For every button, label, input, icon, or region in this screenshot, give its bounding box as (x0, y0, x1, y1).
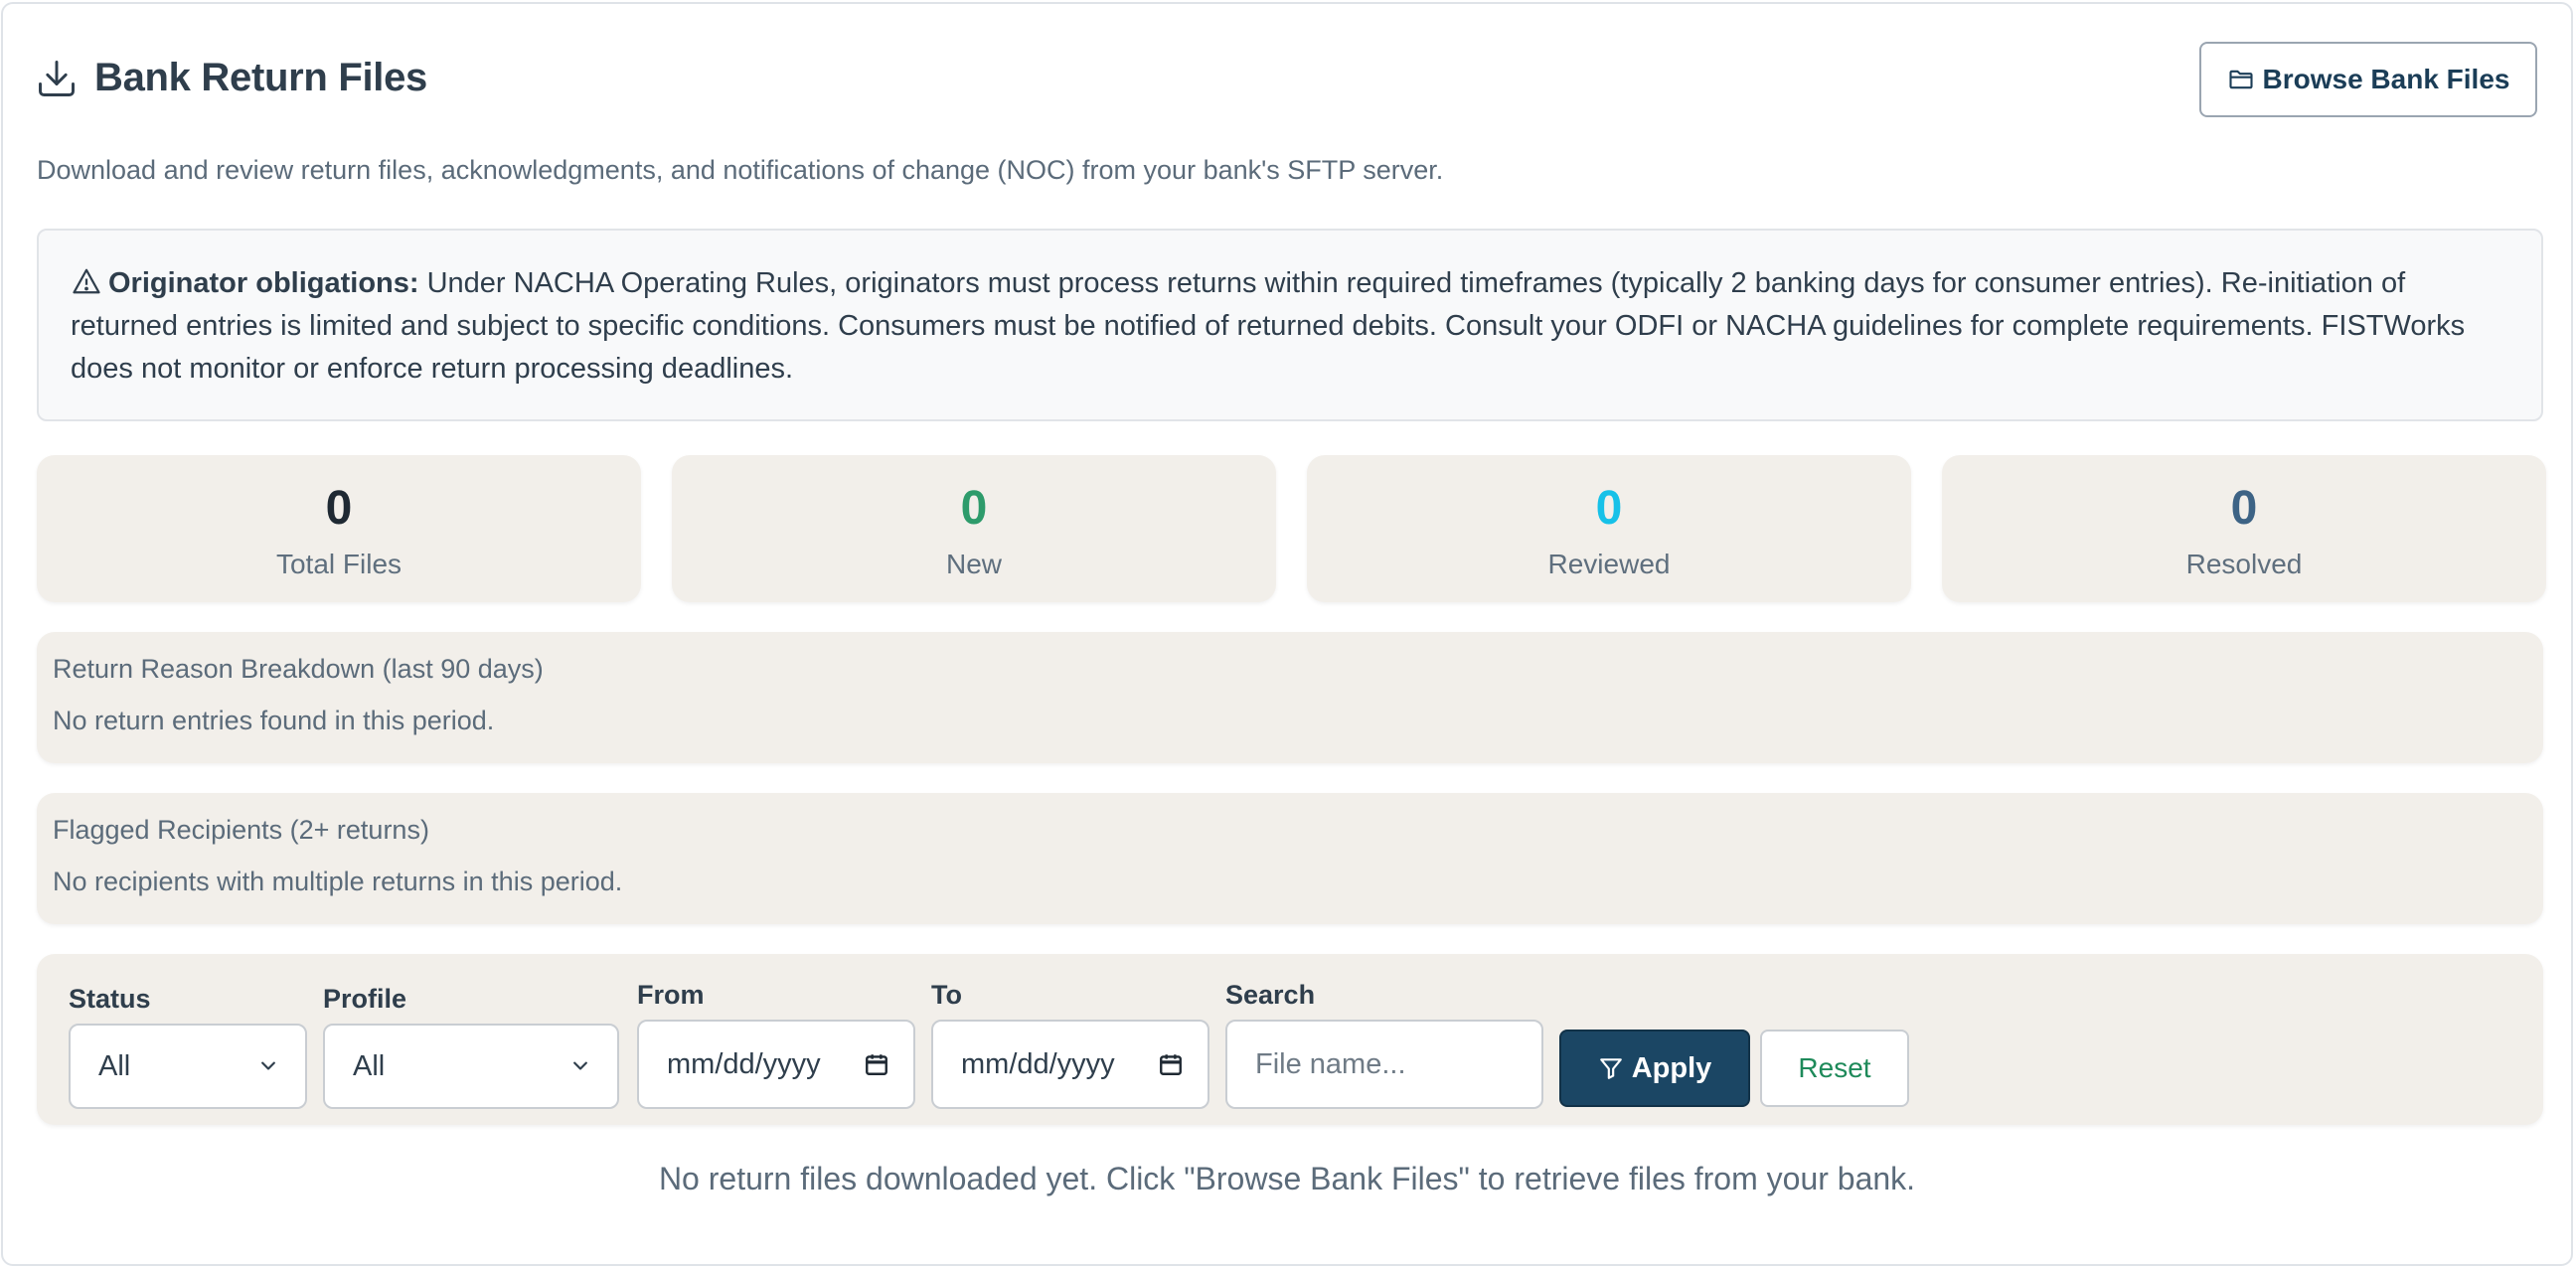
browse-bank-files-button[interactable]: Browse Bank Files (2199, 42, 2537, 117)
to-date-input[interactable]: mm/dd/yyyy (931, 1020, 1209, 1109)
filter-bar: Status All Profile All From mm/dd/yyyy T… (37, 954, 2543, 1125)
chevron-down-icon (261, 1061, 275, 1070)
calendar-icon[interactable] (1158, 1050, 1184, 1078)
from-date-input[interactable]: mm/dd/yyyy (637, 1020, 915, 1109)
stat-value: 0 (2230, 482, 2258, 535)
panel-empty-text: No return entries found in this period. (53, 706, 495, 735)
notice-bold-label: Originator obligations: (108, 267, 419, 299)
folder-icon (2228, 70, 2253, 89)
return-reason-breakdown-panel: Return Reason Breakdown (last 90 days) N… (37, 632, 2543, 763)
panel-heading: Return Reason Breakdown (last 90 days) (53, 654, 544, 684)
download-icon (39, 60, 75, 96)
stat-reviewed: 0 Reviewed (1307, 455, 1911, 602)
stat-value: 0 (1595, 482, 1623, 535)
reset-button-label: Reset (1798, 1052, 1871, 1083)
to-date-placeholder: mm/dd/yyyy (961, 1047, 1115, 1080)
filter-icon (1599, 1058, 1622, 1079)
notice-text: Under NACHA Operating Rules, originators… (71, 267, 2466, 385)
from-date-placeholder: mm/dd/yyyy (667, 1047, 821, 1080)
panel-heading: Flagged Recipients (2+ returns) (53, 815, 429, 845)
calendar-icon[interactable] (864, 1050, 889, 1078)
chevron-down-icon (573, 1061, 587, 1070)
apply-button[interactable]: Apply (1559, 1030, 1750, 1107)
panel-empty-text: No recipients with multiple returns in t… (53, 867, 623, 896)
page-header: Bank Return Files Browse Bank Files (35, 42, 2537, 121)
stat-resolved: 0 Resolved (1942, 455, 2546, 602)
reset-button[interactable]: Reset (1760, 1030, 1909, 1107)
stat-label: Total Files (275, 549, 402, 579)
search-placeholder: File name... (1255, 1047, 1406, 1080)
empty-state-message: No return files downloaded yet. Click "B… (658, 1161, 1916, 1196)
stat-value: 0 (960, 482, 988, 535)
flagged-recipients-panel: Flagged Recipients (2+ returns) No recip… (37, 793, 2543, 924)
profile-select[interactable]: All (323, 1024, 619, 1109)
search-input[interactable]: File name... (1225, 1020, 1543, 1109)
title-wrap: Bank Return Files (35, 56, 427, 100)
warning-icon (73, 268, 100, 294)
from-date-label: From (637, 980, 705, 1010)
page-subtitle: Download and review return files, acknow… (37, 155, 1444, 185)
to-date-label: To (931, 980, 962, 1010)
profile-select-value: All (353, 1049, 386, 1082)
bank-return-files-card: Bank Return Files Browse Bank Files Down… (1, 2, 2573, 1266)
stat-label: Resolved (2185, 549, 2303, 579)
page-title: Bank Return Files (94, 56, 427, 99)
stat-value: 0 (325, 482, 353, 535)
stat-new: 0 New (672, 455, 1276, 602)
search-label: Search (1225, 980, 1316, 1010)
status-select-value: All (98, 1049, 131, 1082)
status-filter-label: Status (69, 984, 151, 1014)
stat-label: Reviewed (1547, 549, 1671, 579)
originator-obligations-notice: Originator obligations: Under NACHA Oper… (37, 229, 2543, 421)
status-select[interactable]: All (69, 1024, 307, 1109)
apply-button-label: Apply (1631, 1051, 1712, 1084)
browse-bank-files-label: Browse Bank Files (2262, 64, 2510, 94)
stat-total-files: 0 Total Files (37, 455, 641, 602)
profile-filter-label: Profile (323, 984, 407, 1014)
stat-label: New (945, 549, 1002, 579)
